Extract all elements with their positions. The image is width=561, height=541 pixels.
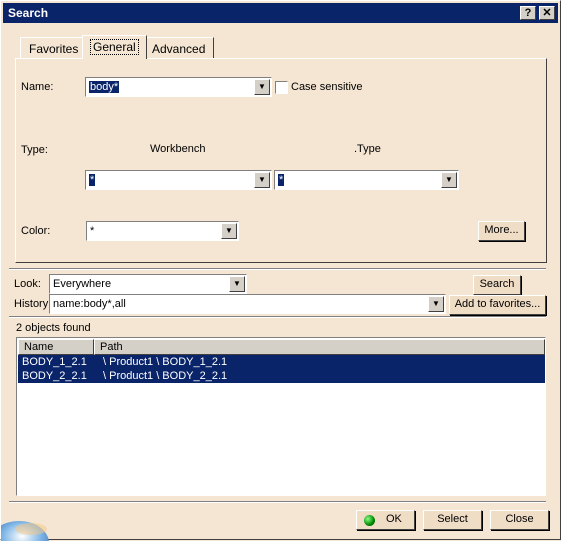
results-count: 2 objects found [16,322,91,334]
tab-label: General [90,39,139,55]
tab-general[interactable]: General [82,35,147,59]
table-row[interactable]: BODY_2_2.1 \ Product1 \ BODY_2_2.1 [18,369,545,383]
green-dot-icon [364,515,375,526]
chevron-down-icon[interactable]: ▼ [254,79,270,95]
close-icon: ✕ [542,7,552,19]
look-value: Everywhere [53,278,112,290]
look-combobox[interactable]: Everywhere ▼ [49,274,247,294]
ok-label: OK [386,513,402,525]
search-dialog: Search ? ✕ Favorites General Advanced Na… [0,0,561,541]
chevron-down-icon[interactable]: ▼ [229,276,245,292]
workbench-combobox[interactable]: * ▼ [85,170,272,190]
chevron-down-icon[interactable]: ▼ [254,172,270,188]
question-mark-icon: ? [524,7,532,19]
row-name: BODY_1_2.1 [22,356,87,368]
general-panel: Name: body* ▼ Case sensitive Type: Workb… [15,58,547,263]
row-path: \ Product1 \ BODY_1_2.1 [103,356,228,368]
name-label: Name: [21,81,54,93]
tab-label: Favorites [29,42,79,56]
chevron-down-icon[interactable]: ▼ [441,172,457,188]
window-title: Search [8,6,49,20]
ok-button[interactable]: OK [356,510,415,530]
table-row[interactable]: BODY_1_2.1 \ Product1 \ BODY_1_2.1 [18,355,545,369]
close-button[interactable]: Close [490,510,549,530]
case-sensitive-label: Case sensitive [291,81,363,93]
type-label: Type: [21,144,48,156]
select-button[interactable]: Select [423,510,482,530]
chevron-down-icon[interactable]: ▼ [428,296,444,312]
case-sensitive-checkbox[interactable] [275,81,288,94]
color-label: Color: [21,225,51,237]
tab-advanced[interactable]: Advanced [143,37,215,58]
more-button[interactable]: More... [478,221,525,241]
column-header-name[interactable]: Name [18,339,94,355]
color-value: * [90,225,95,237]
tab-favorites[interactable]: Favorites [20,37,88,58]
separator [9,501,546,503]
history-value: name:body*,all [53,298,126,310]
close-window-button[interactable]: ✕ [539,6,555,20]
row-path: \ Product1 \ BODY_2_2.1 [103,370,228,382]
separator [9,268,546,270]
name-combobox[interactable]: body* ▼ [85,77,272,97]
dottype-label: .Type [354,143,381,155]
look-label: Look: [14,278,41,290]
chevron-down-icon[interactable]: ▼ [221,223,237,239]
workbench-label: Workbench [150,143,206,155]
name-input-value: body* [89,81,120,93]
separator [9,316,546,318]
title-bar[interactable]: Search ? ✕ [3,3,558,23]
workbench-value: * [89,174,96,186]
help-button[interactable]: ? [520,6,536,20]
search-button[interactable]: Search [473,275,521,295]
type-combobox[interactable]: * ▼ [274,170,459,190]
add-to-favorites-button[interactable]: Add to favorites... [449,295,546,315]
type-value: * [278,174,285,186]
tab-label: Advanced [152,42,206,56]
history-combobox[interactable]: name:body*,all ▼ [49,294,446,314]
column-header-path[interactable]: Path [94,339,545,355]
row-name: BODY_2_2.1 [22,370,87,382]
results-list[interactable]: Name Path BODY_1_2.1 \ Product1 \ BODY_1… [16,337,546,496]
color-combobox[interactable]: * ▼ [86,221,239,241]
globe-icon [1,509,51,541]
history-label: History: [14,298,52,310]
